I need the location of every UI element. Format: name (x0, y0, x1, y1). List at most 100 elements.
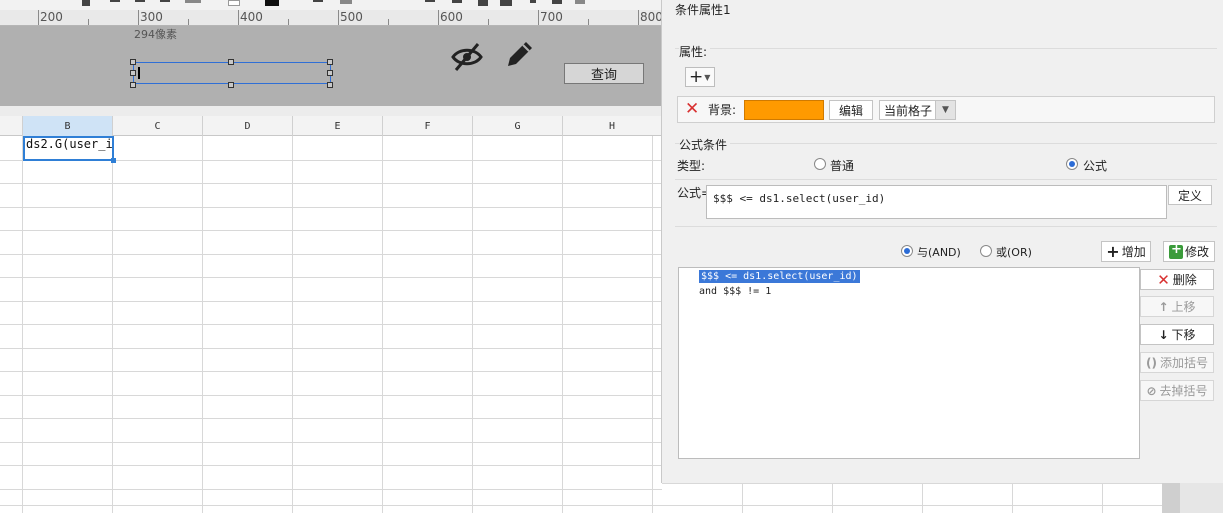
add-condition-button[interactable]: + 增加 (1101, 241, 1151, 262)
query-button[interactable]: 查询 (564, 63, 644, 84)
toolbar-icon[interactable] (530, 0, 536, 3)
resize-handle[interactable] (327, 70, 333, 76)
toolbar-icon[interactable] (185, 0, 201, 3)
grid-continuation (662, 483, 1162, 513)
condition-item[interactable]: and $$$ != 1 (699, 285, 771, 298)
resize-handle[interactable] (327, 59, 333, 65)
remove-property-icon[interactable]: ✕ (685, 101, 701, 118)
toolbar-icon[interactable] (82, 0, 90, 6)
background-label: 背景: (708, 103, 737, 117)
condition-item-selected[interactable]: $$$ <= ds1.select(user_id) (699, 270, 860, 283)
delete-condition-button[interactable]: ✕ 删除 (1140, 269, 1214, 290)
scope-select[interactable]: 当前格子 ▼ (879, 100, 956, 120)
grid-line (0, 489, 662, 490)
grid-line (922, 483, 923, 513)
fill-handle[interactable] (111, 158, 116, 163)
background-color-swatch[interactable] (744, 100, 824, 120)
column-header-d[interactable]: D (203, 116, 293, 136)
grid-line (1012, 483, 1013, 513)
modify-condition-label: 修改 (1184, 245, 1209, 259)
type-normal-label: 普通 (830, 159, 855, 173)
ruler-tick (88, 19, 89, 25)
grid-line (662, 505, 1162, 506)
toolbar-icon[interactable] (110, 0, 120, 2)
toolbar-icon[interactable] (478, 0, 488, 6)
arrow-down-icon: ↓ (1158, 327, 1169, 342)
resize-handle[interactable] (130, 59, 136, 65)
text-caret (138, 67, 140, 79)
grid-line (0, 371, 662, 372)
ruler-tick (338, 10, 339, 25)
modify-condition-button[interactable]: 修改 (1163, 241, 1215, 262)
column-header-c[interactable]: C (113, 116, 203, 136)
toolbar-icon[interactable] (313, 0, 323, 2)
column-header-b[interactable]: B (23, 116, 113, 136)
grid-line (0, 207, 662, 208)
remove-bracket-icon: ⊘ (1146, 383, 1157, 398)
add-property-button[interactable]: + ▼ (685, 67, 715, 87)
parameter-text-widget[interactable] (133, 62, 331, 84)
toolbar-icon[interactable] (135, 0, 145, 2)
resize-handle[interactable] (130, 70, 136, 76)
grid-line (0, 465, 662, 466)
scope-select-value: 当前格子 (884, 103, 933, 118)
column-header-f[interactable]: F (383, 116, 473, 136)
resize-handle[interactable] (228, 82, 234, 88)
toolbar-icon[interactable] (160, 0, 170, 2)
move-up-button[interactable]: ↑ 上移 (1140, 296, 1214, 317)
eye-hidden-icon[interactable] (450, 40, 484, 74)
grid-line (0, 418, 662, 419)
ruler-tick (138, 10, 139, 25)
pencil-icon[interactable] (502, 38, 536, 72)
move-down-button[interactable]: ↓ 下移 (1140, 324, 1214, 345)
toolbar-icon[interactable] (425, 0, 435, 2)
modify-icon (1168, 242, 1183, 259)
grid-line (0, 505, 662, 506)
ruler-label: 300 (140, 10, 163, 24)
grid-line (0, 301, 662, 302)
logic-and-radio[interactable] (901, 245, 913, 257)
remove-bracket-label: 去掉括号 (1159, 384, 1208, 398)
resize-handle[interactable] (228, 59, 234, 65)
ruler-tick (288, 19, 289, 25)
column-header-h[interactable]: H (563, 116, 662, 136)
grid-line (0, 183, 662, 184)
grid-line (0, 230, 662, 231)
ruler-tick (538, 10, 539, 25)
grid-line (832, 483, 833, 513)
scrollbar-thumb[interactable] (1162, 483, 1180, 513)
column-header-g[interactable]: G (473, 116, 563, 136)
toolbar-icon[interactable] (265, 0, 279, 6)
logic-or-radio[interactable] (980, 245, 992, 257)
ruler-label: 800 (640, 10, 662, 24)
row-header-corner[interactable] (0, 116, 23, 136)
toolbar-icon[interactable] (552, 0, 562, 4)
dropdown-arrow-icon: ▼ (704, 72, 711, 82)
divider (675, 179, 1217, 180)
grid-line (0, 348, 662, 349)
cell-selection-frame (23, 136, 114, 161)
edit-background-button[interactable]: 编辑 (829, 100, 873, 120)
toolbar-icon[interactable] (228, 0, 240, 6)
remove-bracket-button[interactable]: ⊘ 去掉括号 (1140, 380, 1214, 401)
formula-input[interactable]: $$$ <= ds1.select(user_id) (706, 185, 1167, 219)
type-formula-radio[interactable] (1066, 158, 1078, 170)
type-normal-radio[interactable] (814, 158, 826, 170)
toolbar-icon[interactable] (500, 0, 512, 6)
define-formula-button[interactable]: 定义 (1168, 185, 1212, 205)
properties-group-label: 属性: (679, 43, 711, 60)
chevron-down-icon[interactable]: ▼ (935, 101, 955, 119)
delete-label: 删除 (1172, 273, 1197, 287)
toolbar-icon[interactable] (452, 0, 462, 3)
resize-handle[interactable] (130, 82, 136, 88)
column-header-e[interactable]: E (293, 116, 383, 136)
grid-line (0, 324, 662, 325)
add-bracket-button[interactable]: () 添加括号 (1140, 352, 1214, 373)
ruler-tick (38, 10, 39, 25)
plus-icon: + (1106, 241, 1120, 261)
move-down-label: 下移 (1171, 328, 1196, 342)
toolbar-icon[interactable] (575, 0, 585, 4)
toolbar-icon[interactable] (340, 0, 352, 4)
ruler-label: 200 (40, 10, 63, 24)
resize-handle[interactable] (327, 82, 333, 88)
